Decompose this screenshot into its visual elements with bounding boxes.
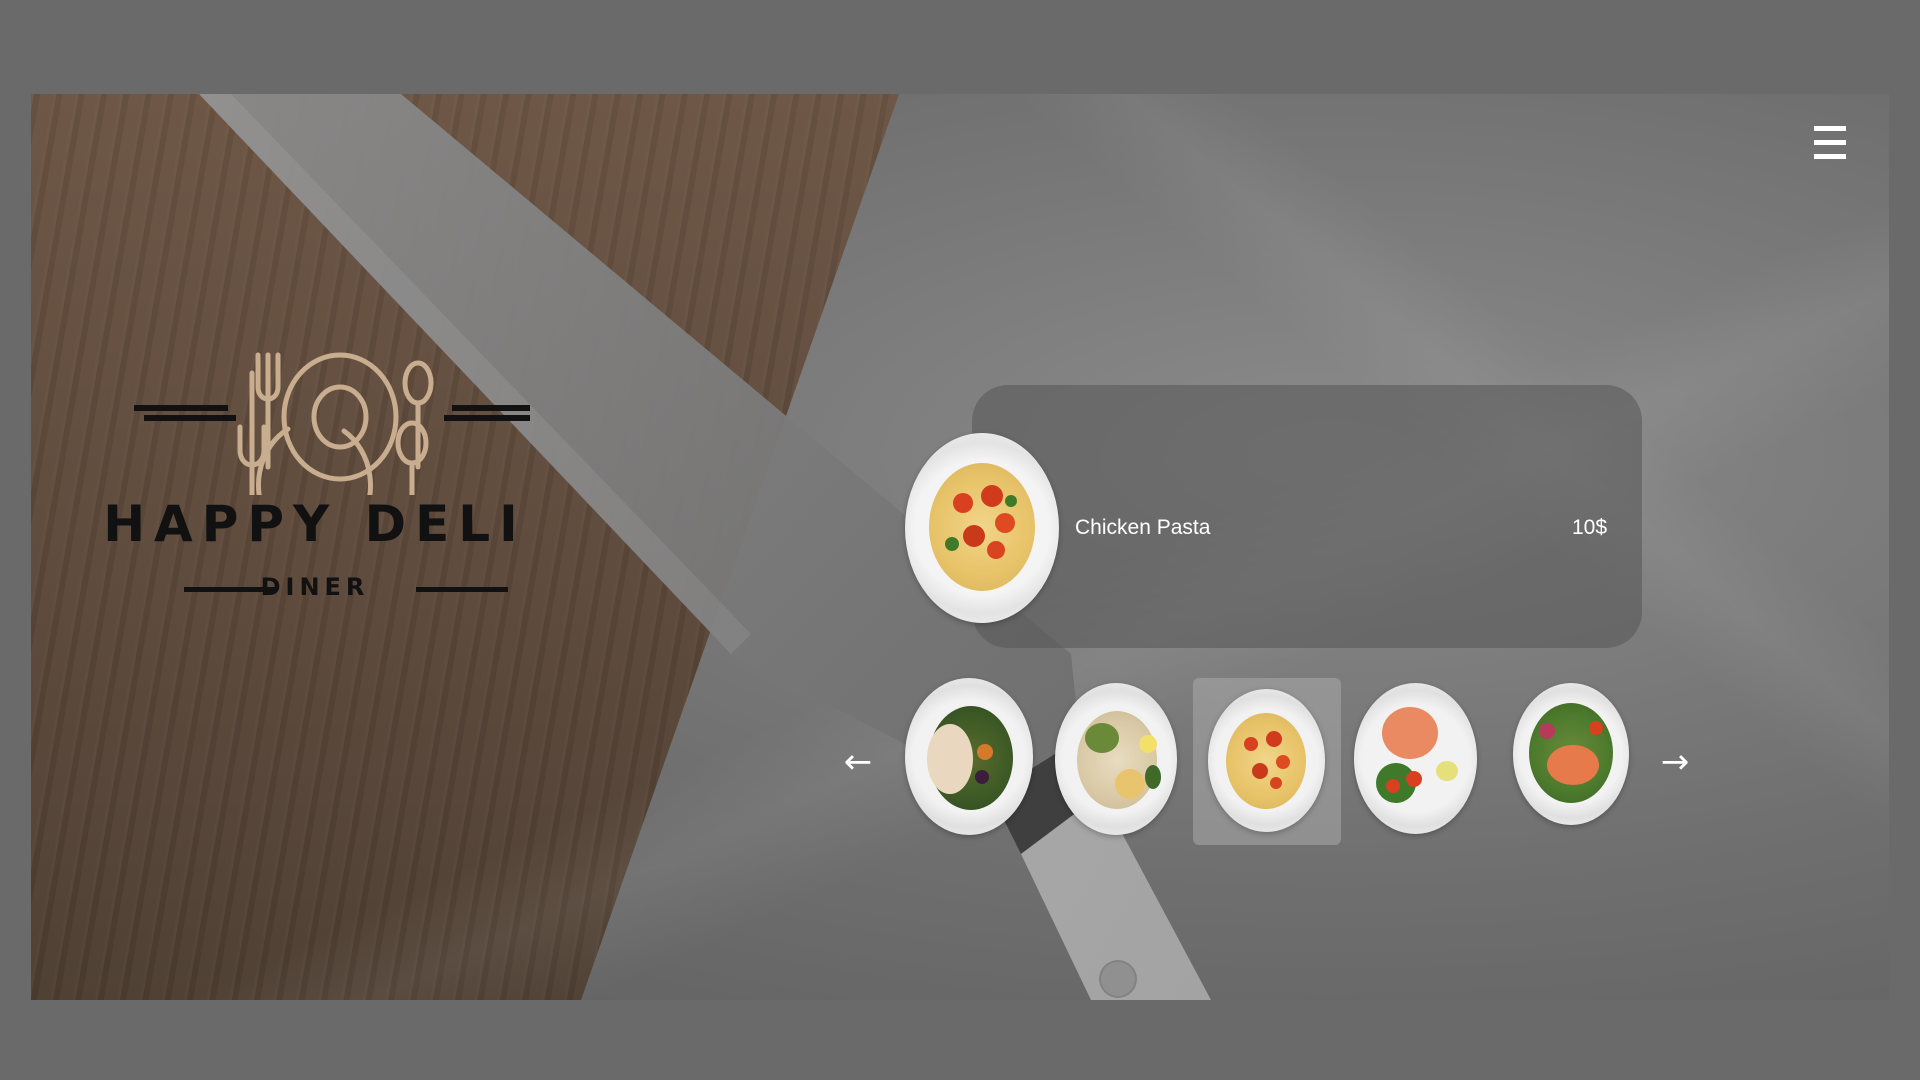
brand-logo: HAPPY DELI DINER: [100, 325, 530, 625]
carousel-item-salmon-tomato[interactable]: [1354, 683, 1477, 834]
arrow-left-icon[interactable]: ←: [838, 742, 878, 782]
hamburger-menu-icon[interactable]: [1814, 126, 1846, 162]
carousel-item-pasta[interactable]: [1208, 689, 1325, 832]
carousel-item-salmon-salad[interactable]: [1513, 683, 1629, 825]
knife-rivet: [1099, 960, 1137, 998]
selected-item-card: [972, 385, 1642, 648]
brand-name: HAPPY DELI: [103, 495, 527, 553]
carousel-item-chicken-salad[interactable]: [905, 678, 1033, 835]
selected-item-price: 10$: [1572, 516, 1608, 539]
carousel-item-chicken-rice-hummus[interactable]: [1055, 683, 1177, 835]
selected-item-image: [905, 433, 1059, 623]
arrow-right-icon[interactable]: →: [1655, 742, 1695, 782]
subtitle-line-right: [416, 587, 508, 592]
selected-item-name: Chicken Pasta: [1075, 516, 1211, 539]
logo-decoration: [134, 352, 530, 482]
